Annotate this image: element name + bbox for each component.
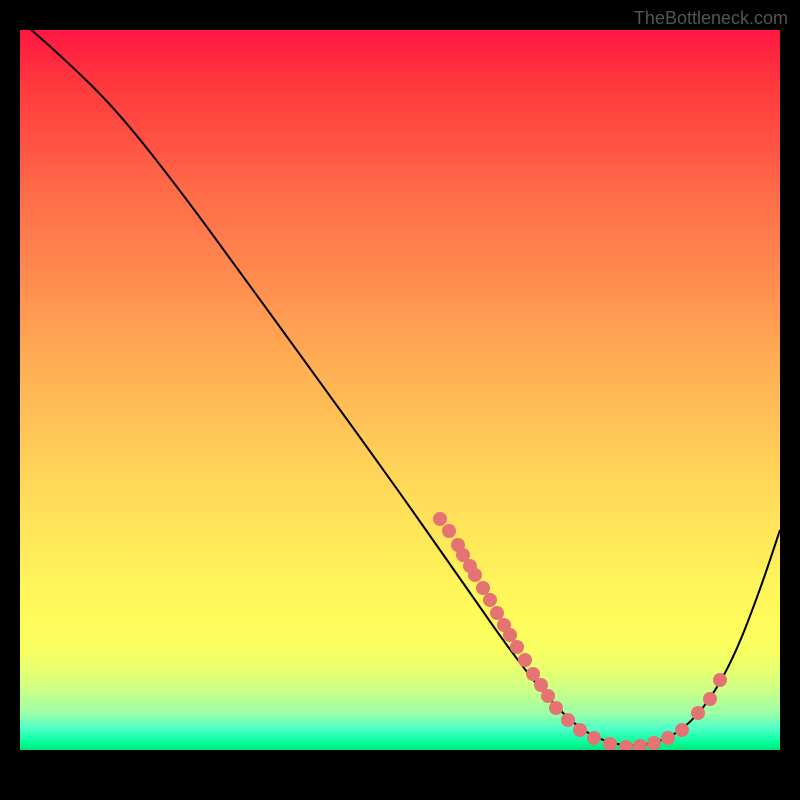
bottleneck-curve-line — [20, 30, 780, 746]
data-point — [573, 723, 587, 737]
chart-container — [20, 30, 780, 750]
data-point — [713, 673, 727, 687]
data-point — [468, 568, 482, 582]
data-point — [476, 581, 490, 595]
data-point — [691, 706, 705, 720]
data-point — [490, 606, 504, 620]
data-point — [503, 628, 517, 642]
data-point — [661, 731, 675, 745]
data-point — [442, 524, 456, 538]
data-point — [549, 701, 563, 715]
data-point — [619, 740, 633, 750]
data-point — [647, 736, 661, 750]
data-point — [587, 731, 601, 745]
data-point — [633, 739, 647, 750]
data-point — [518, 653, 532, 667]
data-point — [675, 723, 689, 737]
data-point — [603, 737, 617, 750]
data-point — [433, 512, 447, 526]
data-point — [483, 593, 497, 607]
data-point — [561, 713, 575, 727]
watermark-text: TheBottleneck.com — [634, 8, 788, 29]
data-point — [541, 689, 555, 703]
data-point — [703, 692, 717, 706]
data-point — [510, 640, 524, 654]
chart-svg — [20, 30, 780, 750]
data-points-group — [433, 512, 727, 750]
